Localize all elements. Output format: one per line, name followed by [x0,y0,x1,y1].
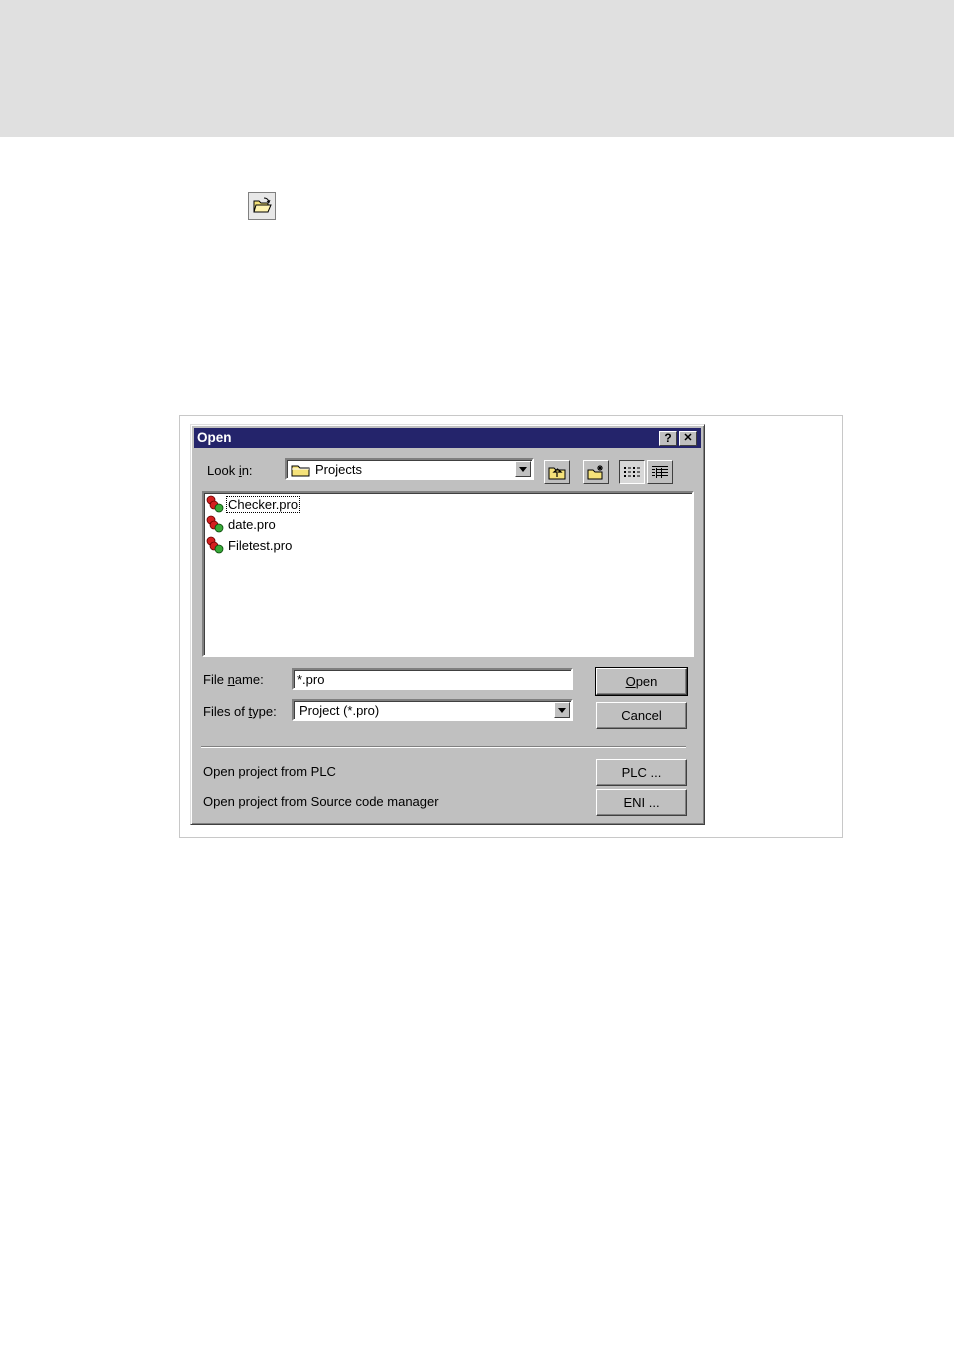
file-type-dropdown-button[interactable] [554,702,570,718]
file-type-label: Files of type: [203,704,277,719]
dialog-titlebar: Open ? ✕ [194,428,701,448]
up-one-level-icon [548,467,566,480]
file-type-value: Project (*.pro) [299,703,380,718]
look-in-label: Look in: [207,463,253,478]
look-in-dropdown-button[interactable] [515,461,531,477]
file-type-select[interactable]: Project (*.pro) [292,699,573,721]
eni-button[interactable]: ENI ... [596,789,687,816]
chevron-down-icon [519,466,527,472]
chevron-down-icon [558,707,566,713]
folder-icon [291,465,310,476]
details-view-button[interactable] [647,460,673,484]
list-view-button[interactable] [619,460,645,484]
list-view-icon [624,467,640,477]
file-name-label: File name: [203,672,264,687]
plc-button[interactable]: PLC ... [596,759,687,786]
open-folder-icon [248,192,276,220]
list-item[interactable]: date.pro [206,514,277,534]
project-file-icon [206,495,224,513]
file-list[interactable]: Checker.pro date.pro Filetest.pro [202,491,694,657]
look-in-combo[interactable]: Projects [285,458,534,480]
dialog-title: Open [197,430,232,445]
look-in-value: Projects [315,462,362,477]
plc-text: Open project from PLC [203,764,336,779]
open-button[interactable]: Open [595,667,688,696]
divider [201,746,686,748]
list-item[interactable]: Filetest.pro [206,535,293,555]
page-header-band [0,0,954,137]
close-button[interactable]: ✕ [679,431,697,446]
project-file-icon [206,515,224,533]
eni-text: Open project from Source code manager [203,794,439,809]
details-view-icon [652,466,668,478]
help-button[interactable]: ? [659,431,677,446]
list-item[interactable]: Checker.pro [206,494,301,514]
cancel-button[interactable]: Cancel [596,702,687,729]
open-dialog: Open ? ✕ Look in: Projects Checker.pro d… [190,424,705,825]
create-new-folder-icon [587,465,603,480]
create-new-folder-button[interactable] [583,460,609,484]
up-one-level-button[interactable] [544,460,570,484]
file-name: Checker.pro [225,495,301,513]
file-name: date.pro [228,516,276,532]
file-name-input[interactable]: *.pro [292,668,573,690]
project-file-icon [206,536,224,554]
file-name: Filetest.pro [228,537,293,553]
